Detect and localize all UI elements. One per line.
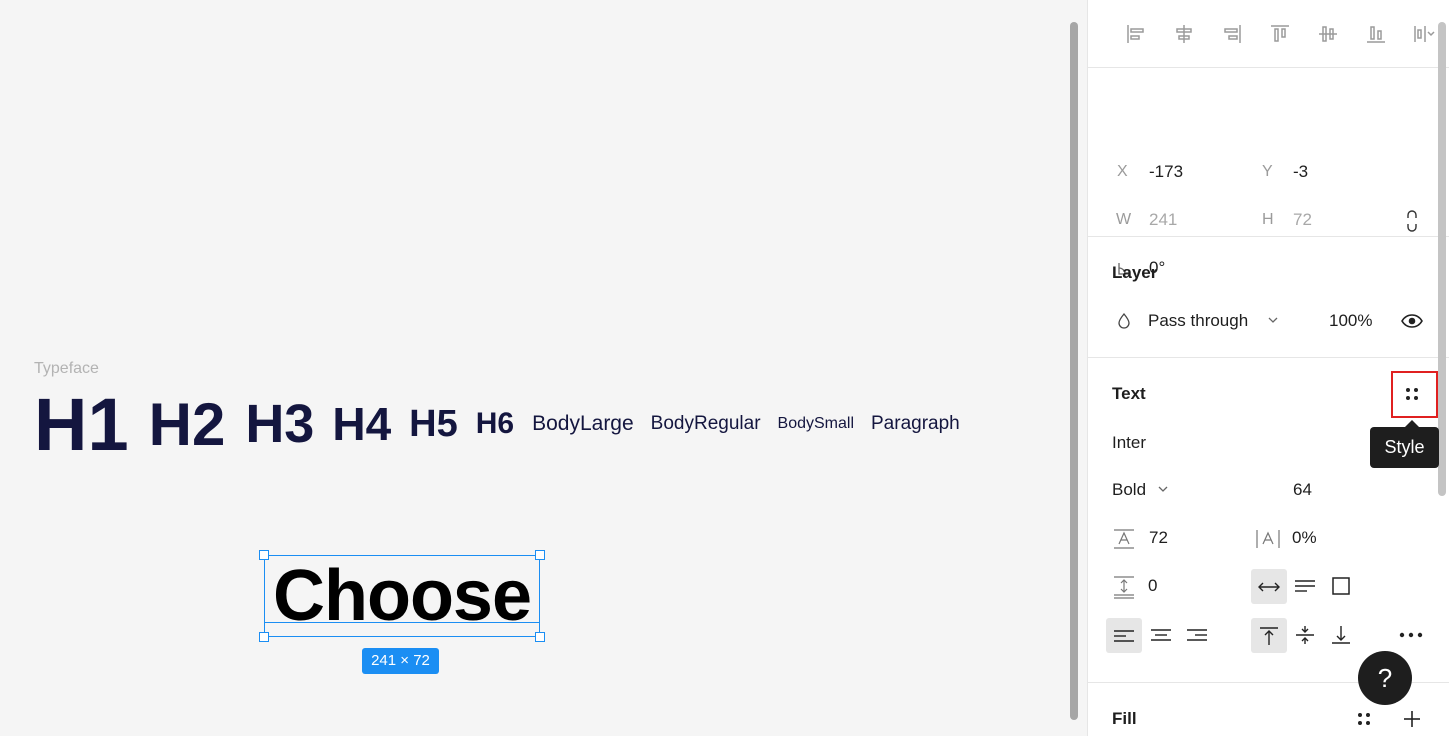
canvas-scrollbar[interactable] bbox=[1070, 22, 1078, 720]
w-input[interactable]: 241 bbox=[1149, 210, 1177, 230]
style-paragraph[interactable]: Paragraph bbox=[871, 413, 960, 435]
resize-handle-bottom-left[interactable] bbox=[259, 632, 269, 642]
x-input[interactable]: -173 bbox=[1149, 162, 1183, 182]
text-align-left-icon[interactable] bbox=[1106, 618, 1142, 653]
layer-section: Layer Pass through 100% bbox=[1088, 237, 1449, 358]
align-right-icon[interactable] bbox=[1208, 18, 1256, 50]
font-weight-select[interactable]: Bold bbox=[1112, 480, 1146, 500]
text-baseline bbox=[265, 622, 539, 623]
x-label: X bbox=[1117, 163, 1128, 180]
fixed-size-icon[interactable] bbox=[1329, 571, 1353, 601]
y-input[interactable]: -3 bbox=[1293, 162, 1308, 182]
style-h1[interactable]: H1 bbox=[34, 382, 129, 467]
align-middle-text-icon[interactable] bbox=[1293, 620, 1317, 650]
selection-frame bbox=[264, 555, 540, 637]
blend-mode-icon bbox=[1116, 311, 1132, 331]
resize-handle-top-right[interactable] bbox=[535, 550, 545, 560]
style-h4[interactable]: H4 bbox=[332, 397, 391, 451]
y-label: Y bbox=[1262, 163, 1273, 180]
align-bottom-text-icon[interactable] bbox=[1329, 620, 1353, 650]
align-horizontal-center-icon[interactable] bbox=[1160, 18, 1208, 50]
style-h2[interactable]: H2 bbox=[149, 390, 226, 459]
line-height-icon bbox=[1112, 527, 1136, 551]
letter-spacing-icon bbox=[1255, 527, 1281, 551]
h-input[interactable]: 72 bbox=[1293, 210, 1312, 230]
style-body-regular[interactable]: BodyRegular bbox=[651, 413, 761, 435]
more-options-icon[interactable] bbox=[1398, 620, 1424, 650]
text-align-center-icon[interactable] bbox=[1149, 620, 1173, 650]
size-badge: 241 × 72 bbox=[362, 648, 439, 674]
align-left-icon[interactable] bbox=[1112, 18, 1160, 50]
design-canvas[interactable]: Typeface H1 H2 H3 H4 H5 H6 BodyLarge Bod… bbox=[0, 0, 1068, 736]
properties-panel: X -173 Y -3 W 241 H 72 0° Layer Pass thr… bbox=[1087, 0, 1449, 736]
help-button[interactable]: ? bbox=[1358, 651, 1412, 705]
style-body-large[interactable]: BodyLarge bbox=[532, 412, 634, 436]
style-tooltip: Style bbox=[1370, 427, 1439, 468]
line-height-input[interactable]: 72 bbox=[1149, 528, 1168, 548]
constrain-proportions-icon[interactable] bbox=[1399, 209, 1425, 233]
align-vertical-center-icon[interactable] bbox=[1304, 18, 1352, 50]
typeface-label: Typeface bbox=[34, 360, 99, 377]
style-h5[interactable]: H5 bbox=[409, 403, 458, 446]
fill-style-icon[interactable] bbox=[1354, 709, 1374, 729]
alignment-toolbar bbox=[1088, 0, 1449, 68]
style-button-highlight bbox=[1391, 371, 1438, 418]
align-bottom-icon[interactable] bbox=[1352, 18, 1400, 50]
letter-spacing-input[interactable]: 0% bbox=[1292, 528, 1317, 548]
layer-title: Layer bbox=[1112, 263, 1158, 282]
opacity-input[interactable]: 100% bbox=[1329, 311, 1372, 331]
auto-width-icon[interactable] bbox=[1251, 569, 1287, 604]
position-section: X -173 Y -3 W 241 H 72 0° bbox=[1088, 68, 1449, 277]
align-top-icon[interactable] bbox=[1256, 18, 1304, 50]
fill-title: Fill bbox=[1112, 709, 1137, 728]
paragraph-spacing-icon bbox=[1112, 575, 1136, 599]
type-styles-row: H1 H2 H3 H4 H5 H6 BodyLarge BodyRegular … bbox=[34, 382, 960, 467]
h-label: H bbox=[1262, 211, 1274, 228]
text-align-right-icon[interactable] bbox=[1185, 620, 1209, 650]
resize-handle-top-left[interactable] bbox=[259, 550, 269, 560]
panel-scrollbar[interactable] bbox=[1438, 22, 1446, 496]
resize-handle-bottom-right[interactable] bbox=[535, 632, 545, 642]
font-size-input[interactable]: 64 bbox=[1293, 480, 1312, 500]
paragraph-spacing-input[interactable]: 0 bbox=[1148, 576, 1157, 596]
auto-height-icon[interactable] bbox=[1293, 571, 1317, 601]
chevron-down-icon[interactable] bbox=[1156, 482, 1170, 496]
blend-mode-select[interactable]: Pass through bbox=[1148, 311, 1248, 331]
chevron-down-icon[interactable] bbox=[1266, 313, 1280, 327]
w-label: W bbox=[1116, 211, 1132, 228]
selected-text-layer[interactable]: Choose bbox=[259, 550, 545, 642]
text-title: Text bbox=[1112, 384, 1146, 403]
align-top-text-icon[interactable] bbox=[1251, 618, 1287, 653]
style-h3[interactable]: H3 bbox=[245, 393, 314, 455]
tooltip-arrow bbox=[1405, 420, 1419, 427]
style-body-small[interactable]: BodySmall bbox=[778, 415, 854, 433]
add-fill-icon[interactable] bbox=[1401, 708, 1423, 730]
font-family-select[interactable]: Inter bbox=[1112, 433, 1146, 453]
style-h6[interactable]: H6 bbox=[476, 407, 514, 441]
eye-icon[interactable] bbox=[1400, 311, 1424, 331]
